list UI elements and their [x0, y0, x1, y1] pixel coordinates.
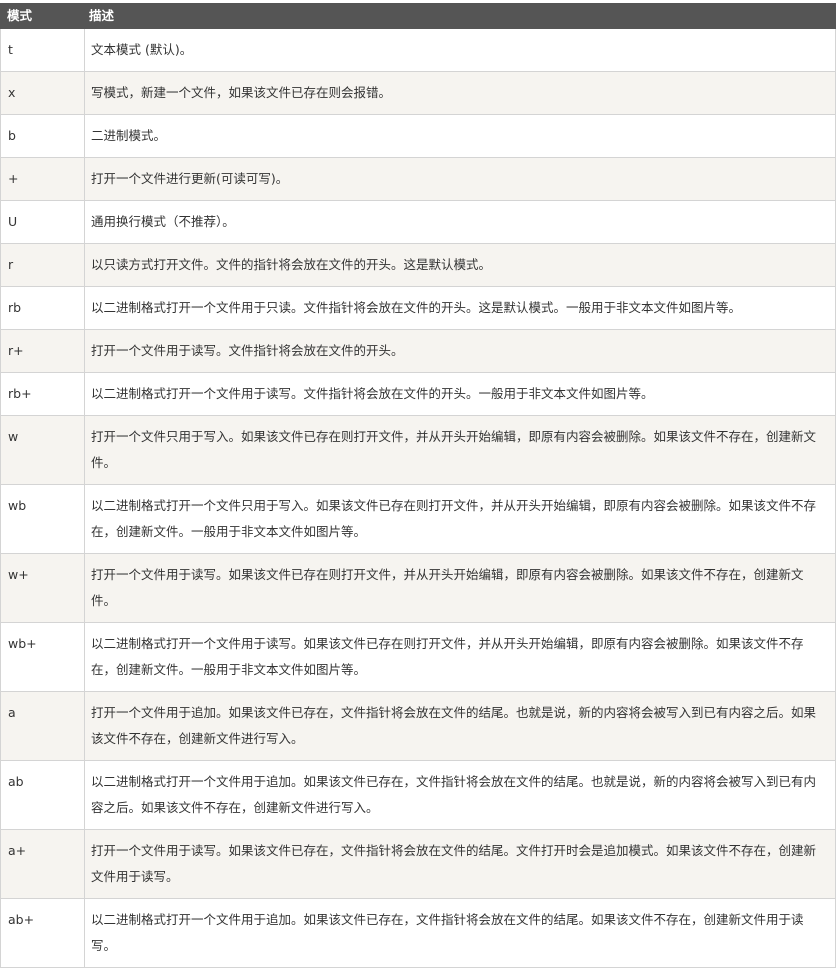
table-row: t 文本模式 (默认)。 — [0, 28, 836, 72]
table-row: a 打开一个文件用于追加。如果该文件已存在，文件指针将会放在文件的结尾。也就是说… — [0, 691, 836, 761]
table-row: r 以只读方式打开文件。文件的指针将会放在文件的开头。这是默认模式。 — [0, 243, 836, 287]
page: 模式 描述 t 文本模式 (默认)。 x 写模式，新建一个文件，如果该文件已存在… — [0, 0, 838, 968]
description-cell: 以二进制格式打开一个文件用于只读。文件指针将会放在文件的开头。这是默认模式。一般… — [84, 286, 836, 330]
table-row: U 通用换行模式（不推荐）。 — [0, 200, 836, 244]
mode-cell: wb+ — [0, 622, 85, 692]
table-row: wb 以二进制格式打开一个文件只用于写入。如果该文件已存在则打开文件，并从开头开… — [0, 484, 836, 554]
header-mode: 模式 — [0, 3, 85, 29]
description-cell: 打开一个文件用于读写。文件指针将会放在文件的开头。 — [84, 329, 836, 373]
table-row: b 二进制模式。 — [0, 114, 836, 158]
table-row: w 打开一个文件只用于写入。如果该文件已存在则打开文件，并从开头开始编辑，即原有… — [0, 415, 836, 485]
mode-cell: + — [0, 157, 85, 201]
table-row: ab+ 以二进制格式打开一个文件用于追加。如果该文件已存在，文件指针将会放在文件… — [0, 898, 836, 968]
mode-cell: ab+ — [0, 898, 85, 968]
mode-cell: t — [0, 28, 85, 72]
mode-cell: U — [0, 200, 85, 244]
description-cell: 文本模式 (默认)。 — [84, 28, 836, 72]
table-header: 模式 描述 — [0, 3, 836, 29]
mode-cell: x — [0, 71, 85, 115]
description-cell: 打开一个文件只用于写入。如果该文件已存在则打开文件，并从开头开始编辑，即原有内容… — [84, 415, 836, 485]
mode-cell: b — [0, 114, 85, 158]
header-row: 模式 描述 — [0, 3, 836, 29]
description-cell: 以二进制格式打开一个文件只用于写入。如果该文件已存在则打开文件，并从开头开始编辑… — [84, 484, 836, 554]
mode-cell: rb — [0, 286, 85, 330]
mode-cell: wb — [0, 484, 85, 554]
table-row: rb+ 以二进制格式打开一个文件用于读写。文件指针将会放在文件的开头。一般用于非… — [0, 372, 836, 416]
description-cell: 以二进制格式打开一个文件用于读写。文件指针将会放在文件的开头。一般用于非文本文件… — [84, 372, 836, 416]
table-row: wb+ 以二进制格式打开一个文件用于读写。如果该文件已存在则打开文件，并从开头开… — [0, 622, 836, 692]
description-cell: 打开一个文件进行更新(可读可写)。 — [84, 157, 836, 201]
mode-cell: rb+ — [0, 372, 85, 416]
mode-cell: r — [0, 243, 85, 287]
file-mode-table: 模式 描述 t 文本模式 (默认)。 x 写模式，新建一个文件，如果该文件已存在… — [0, 3, 836, 968]
description-cell: 以二进制格式打开一个文件用于读写。如果该文件已存在则打开文件，并从开头开始编辑，… — [84, 622, 836, 692]
mode-cell: a — [0, 691, 85, 761]
description-cell: 打开一个文件用于追加。如果该文件已存在，文件指针将会放在文件的结尾。也就是说，新… — [84, 691, 836, 761]
description-cell: 以二进制格式打开一个文件用于追加。如果该文件已存在，文件指针将会放在文件的结尾。… — [84, 898, 836, 968]
mode-cell: ab — [0, 760, 85, 830]
description-cell: 通用换行模式（不推荐）。 — [84, 200, 836, 244]
header-description: 描述 — [84, 3, 836, 29]
description-cell: 打开一个文件用于读写。如果该文件已存在则打开文件，并从开头开始编辑，即原有内容会… — [84, 553, 836, 623]
table-row: a+ 打开一个文件用于读写。如果该文件已存在，文件指针将会放在文件的结尾。文件打… — [0, 829, 836, 899]
description-cell: 打开一个文件用于读写。如果该文件已存在，文件指针将会放在文件的结尾。文件打开时会… — [84, 829, 836, 899]
table-row: rb 以二进制格式打开一个文件用于只读。文件指针将会放在文件的开头。这是默认模式… — [0, 286, 836, 330]
mode-cell: a+ — [0, 829, 85, 899]
table-row: r+ 打开一个文件用于读写。文件指针将会放在文件的开头。 — [0, 329, 836, 373]
table-row: x 写模式，新建一个文件，如果该文件已存在则会报错。 — [0, 71, 836, 115]
table-row: + 打开一个文件进行更新(可读可写)。 — [0, 157, 836, 201]
mode-cell: r+ — [0, 329, 85, 373]
mode-cell: w — [0, 415, 85, 485]
table-body: t 文本模式 (默认)。 x 写模式，新建一个文件，如果该文件已存在则会报错。 … — [0, 28, 836, 968]
table-row: ab 以二进制格式打开一个文件用于追加。如果该文件已存在，文件指针将会放在文件的… — [0, 760, 836, 830]
description-cell: 以二进制格式打开一个文件用于追加。如果该文件已存在，文件指针将会放在文件的结尾。… — [84, 760, 836, 830]
table-row: w+ 打开一个文件用于读写。如果该文件已存在则打开文件，并从开头开始编辑，即原有… — [0, 553, 836, 623]
description-cell: 二进制模式。 — [84, 114, 836, 158]
description-cell: 写模式，新建一个文件，如果该文件已存在则会报错。 — [84, 71, 836, 115]
mode-cell: w+ — [0, 553, 85, 623]
description-cell: 以只读方式打开文件。文件的指针将会放在文件的开头。这是默认模式。 — [84, 243, 836, 287]
